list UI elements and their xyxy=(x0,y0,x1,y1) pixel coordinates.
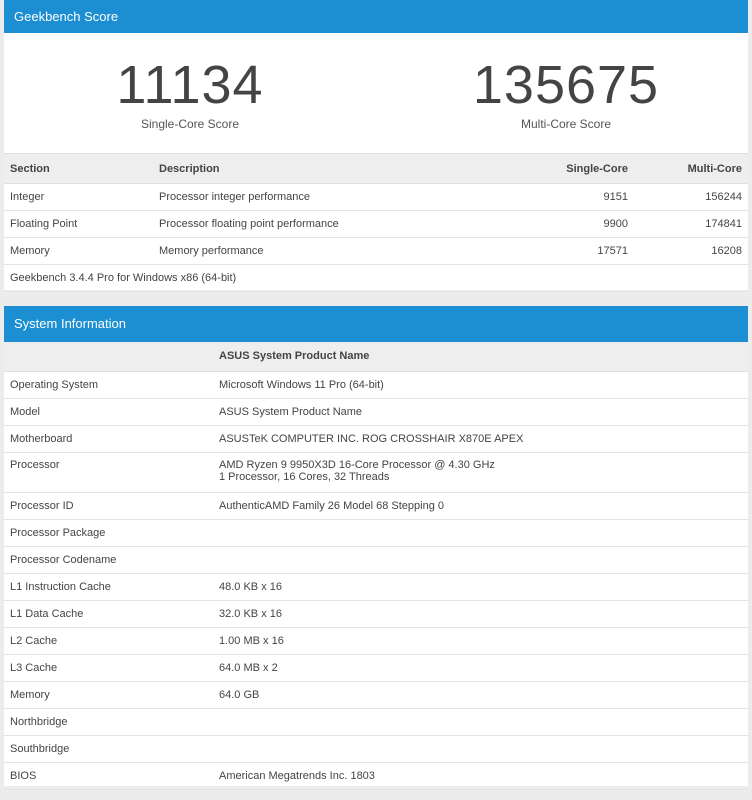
row-single-core: 17571 xyxy=(513,237,634,265)
row-value: 1.00 MB x 16 xyxy=(213,627,748,655)
row-label: Processor xyxy=(4,452,213,493)
single-core-score-block: 11134 Single-Core Score xyxy=(90,57,290,131)
row-single-core: 9900 xyxy=(513,210,634,238)
system-header-product-name: ASUS System Product Name xyxy=(213,342,748,372)
row-label: Southbridge xyxy=(4,735,213,763)
row-multi-core: 174841 xyxy=(634,210,748,238)
version-row: Geekbench 3.4.4 Pro for Windows x86 (64-… xyxy=(4,264,748,292)
row-label: Processor Package xyxy=(4,519,213,547)
row-value xyxy=(213,546,748,574)
system-information-table: ASUS System Product Name Operating Syste… xyxy=(4,342,748,790)
score-breakdown-table: Section Description Single-Core Multi-Co… xyxy=(4,153,748,292)
system-row-operating-system: Operating System Microsoft Windows 11 Pr… xyxy=(4,371,748,399)
score-panel-title: Geekbench Score xyxy=(4,0,748,33)
row-description: Processor floating point performance xyxy=(153,210,513,238)
system-information-panel: System Information ASUS System Product N… xyxy=(4,306,748,790)
system-row-l1-data-cache: L1 Data Cache 32.0 KB x 16 xyxy=(4,600,748,628)
row-value: ASUSTeK COMPUTER INC. ROG CROSSHAIR X870… xyxy=(213,425,748,453)
table-header-row: Section Description Single-Core Multi-Co… xyxy=(4,153,748,184)
system-row-model: Model ASUS System Product Name xyxy=(4,398,748,426)
geekbench-version: Geekbench 3.4.4 Pro for Windows x86 (64-… xyxy=(4,264,748,292)
geekbench-score-panel: Geekbench Score 11134 Single-Core Score … xyxy=(4,0,748,292)
table-row: Memory Memory performance 17571 16208 xyxy=(4,237,748,265)
multi-core-score-value: 135675 xyxy=(472,55,660,115)
row-label: Operating System xyxy=(4,371,213,399)
row-description: Processor integer performance xyxy=(153,183,513,211)
multi-core-score-label: Multi-Core Score xyxy=(520,117,612,131)
system-header-row: ASUS System Product Name xyxy=(4,342,748,372)
system-row-motherboard: Motherboard ASUSTeK COMPUTER INC. ROG CR… xyxy=(4,425,748,453)
row-value: 64.0 GB xyxy=(213,681,748,709)
row-value xyxy=(213,708,748,736)
single-core-score-value: 11134 xyxy=(116,55,264,115)
row-multi-core: 16208 xyxy=(634,237,748,265)
system-row-memory: Memory 64.0 GB xyxy=(4,681,748,709)
single-core-score-label: Single-Core Score xyxy=(140,117,240,131)
column-header-section: Section xyxy=(4,153,153,184)
row-value: 64.0 MB x 2 xyxy=(213,654,748,682)
row-value: Microsoft Windows 11 Pro (64-bit) xyxy=(213,371,748,399)
row-value: 48.0 KB x 16 xyxy=(213,573,748,601)
system-row-l1-instruction-cache: L1 Instruction Cache 48.0 KB x 16 xyxy=(4,573,748,601)
row-value: AuthenticAMD Family 26 Model 68 Stepping… xyxy=(213,492,748,520)
row-value: 32.0 KB x 16 xyxy=(213,600,748,628)
row-label: L2 Cache xyxy=(4,627,213,655)
processor-topology: 1 Processor, 16 Cores, 32 Threads xyxy=(219,470,390,483)
system-row-processor-id: Processor ID AuthenticAMD Family 26 Mode… xyxy=(4,492,748,520)
column-header-multi-core: Multi-Core xyxy=(634,153,748,184)
system-row-northbridge: Northbridge xyxy=(4,708,748,736)
system-panel-title: System Information xyxy=(4,306,748,342)
row-section: Memory xyxy=(4,237,153,265)
row-value: ASUS System Product Name xyxy=(213,398,748,426)
row-value xyxy=(213,519,748,547)
row-label: Model xyxy=(4,398,213,426)
row-value: AMD Ryzen 9 9950X3D 16-Core Processor @ … xyxy=(213,452,748,493)
table-row: Floating Point Processor floating point … xyxy=(4,210,748,238)
row-label: BIOS xyxy=(4,762,213,790)
table-row: Integer Processor integer performance 91… xyxy=(4,183,748,211)
column-header-description: Description xyxy=(153,153,513,184)
row-section: Integer xyxy=(4,183,153,211)
row-label: Processor Codename xyxy=(4,546,213,574)
row-label: L1 Instruction Cache xyxy=(4,573,213,601)
system-row-southbridge: Southbridge xyxy=(4,735,748,763)
row-single-core: 9151 xyxy=(513,183,634,211)
row-description: Memory performance xyxy=(153,237,513,265)
multi-core-score-block: 135675 Multi-Core Score xyxy=(466,57,666,131)
row-label: L3 Cache xyxy=(4,654,213,682)
system-row-processor-codename: Processor Codename xyxy=(4,546,748,574)
row-label: Motherboard xyxy=(4,425,213,453)
system-row-l3-cache: L3 Cache 64.0 MB x 2 xyxy=(4,654,748,682)
system-row-bios: BIOS American Megatrends Inc. 1803 xyxy=(4,762,748,790)
row-label: L1 Data Cache xyxy=(4,600,213,628)
system-row-processor: Processor AMD Ryzen 9 9950X3D 16-Core Pr… xyxy=(4,452,748,493)
column-header-single-core: Single-Core xyxy=(513,153,634,184)
row-label: Northbridge xyxy=(4,708,213,736)
score-summary: 11134 Single-Core Score 135675 Multi-Cor… xyxy=(4,33,748,153)
row-multi-core: 156244 xyxy=(634,183,748,211)
row-label: Processor ID xyxy=(4,492,213,520)
row-section: Floating Point xyxy=(4,210,153,238)
row-value xyxy=(213,735,748,763)
row-label: Memory xyxy=(4,681,213,709)
system-row-l2-cache: L2 Cache 1.00 MB x 16 xyxy=(4,627,748,655)
system-header-label-cell xyxy=(4,342,213,372)
processor-model: AMD Ryzen 9 9950X3D 16-Core Processor @ … xyxy=(219,458,495,471)
row-value: American Megatrends Inc. 1803 xyxy=(213,762,748,790)
system-row-processor-package: Processor Package xyxy=(4,519,748,547)
